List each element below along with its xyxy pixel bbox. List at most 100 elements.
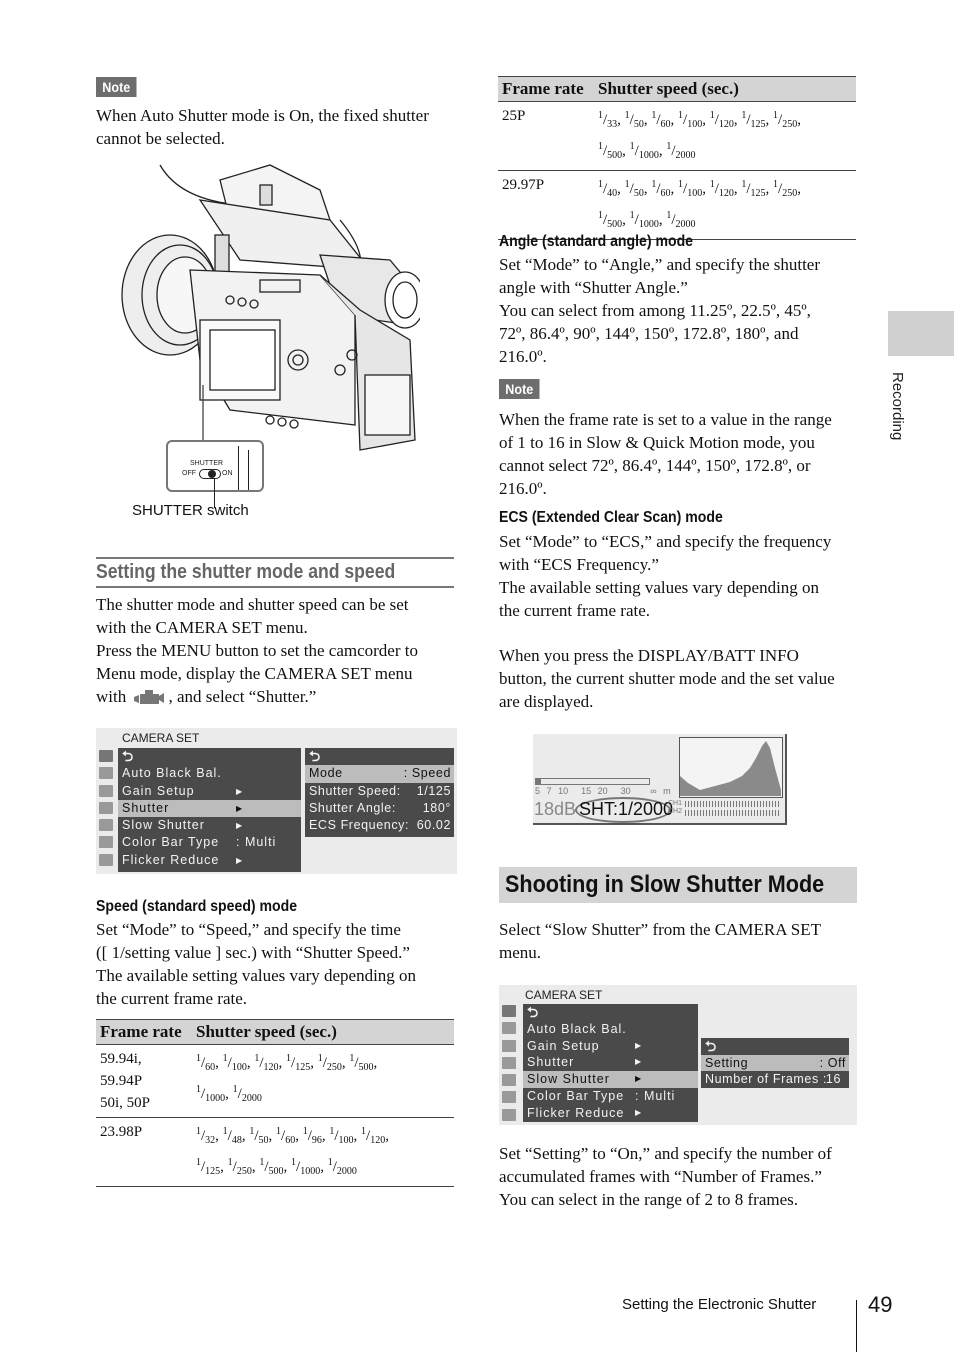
shutter-speed-value: 1/2000 [232,1084,262,1104]
submenu-arrow-icon: ▶ [236,786,244,796]
switch-off-label: OFF [182,470,196,477]
shutter-speed-value: 1/125 [286,1053,311,1073]
speed-mode-heading: Speed (standard speed) mode [96,898,298,915]
frame-rate-cell: 29.97P [498,170,594,240]
histogram [679,737,783,798]
submenu-item-shutter-speed[interactable]: Shutter Speed: 1/125 [305,783,454,800]
video-icon [502,1039,516,1052]
note-label: Note [96,77,141,97]
switch-knob [208,470,216,478]
display-info-text: When you press the DISPLAY/BATT INFO but… [499,646,835,711]
shutter-speed-value: 1/60 [196,1053,216,1073]
shutter-speed-value: 1/50 [624,179,644,199]
note-label: Note [499,379,544,399]
menu-main-panel: ⮌ Auto Black Bal. Gain Setup ▶ Shutter ▶ S… [523,1004,698,1122]
submenu-item-shutter-angle[interactable]: Shutter Angle: 180° [305,800,454,817]
shutter-speed-value: 1/50 [624,110,644,130]
menu-back[interactable]: ⮌ [118,748,301,765]
speeds-cell: 1/40, 1/50, 1/60, 1/100, 1/120, 1/125, 1… [594,170,856,240]
menu-item-gain-setup[interactable]: Gain Setup ▶ [118,783,301,800]
table-row: 23.98P 1/32, 1/48, 1/50, 1/60, 1/96, 1/1… [96,1117,454,1187]
focus-bar [535,778,650,785]
switch-title: SHUTTER [190,460,224,467]
menu-item-shutter[interactable]: Shutter ▶ [523,1054,698,1071]
menu-item-color-bar-type[interactable]: Color Bar Type: Multi [118,834,301,851]
header-shutter-speed: Shutter speed (sec.) [192,1019,454,1045]
shutter-switch [199,469,221,479]
shutter-speed-value: 1/1000 [196,1084,226,1104]
angle-mode-heading: Angle (standard angle) mode [499,233,694,250]
other-icon [502,1091,516,1104]
submenu-item-number-of-frames[interactable]: Number of Frames :16 [701,1071,849,1088]
speeds-cell: 1/33, 1/50, 1/60, 1/100, 1/120, 1/125, 1… [594,101,856,171]
shutter-speed-value: 1/1000 [291,1157,321,1177]
slow-shutter-intro: Select “Slow Shutter” from the CAMERA SE… [499,920,822,962]
speed-mode-text: Set “Mode” to “Speed,” and specify the t… [96,920,417,1008]
ecs-mode-text: Set “Mode” to “ECS,” and specify the fre… [499,532,832,620]
header-frame-rate: Frame rate [96,1019,192,1045]
section-tab-label: Recording [889,372,906,441]
submenu-arrow-icon: ▶ [236,821,244,831]
menu-item-auto-black-bal[interactable]: Auto Black Bal. [523,1021,698,1038]
camcorder-illustration [120,160,426,500]
table-row: 59.94i, 59.94P 50i, 50P 1/60, 1/100, 1/1… [96,1044,454,1118]
shutter-speed-value: 1/60 [276,1126,296,1146]
shutter-speed-value: 1/33 [598,110,618,130]
slow-shutter-heading: Shooting in Slow Shutter Mode [499,867,857,903]
shutter-speed-value: 1/250 [227,1157,252,1177]
return-icon: ⮌ [309,748,321,764]
ecs-mode-heading: ECS (Extended Clear Scan) mode [499,509,723,526]
illustration-caption: SHUTTER switch [132,502,249,519]
menu-item-flicker-reduce[interactable]: Flicker Reduce ▶ [523,1105,698,1122]
menu-back[interactable]: ⮌ [523,1004,698,1021]
shutter-speed-value: 1/96 [302,1126,322,1146]
menu-item-flicker-reduce[interactable]: Flicker Reduce ▶ [118,852,301,869]
status-display-screen: 5 7 10 15 20 30 ∞ m 18dB SHT:1/2000 CH1 … [533,734,787,825]
grid-icon [99,853,113,866]
menu-category-icons [99,750,115,871]
menu-title: CAMERA SET [525,988,603,1002]
menu-main-panel: ⮌ Auto Black Bal. Gain Setup ▶ Shutter ▶ S… [118,748,301,872]
menu-item-auto-black-bal[interactable]: Auto Black Bal. [118,765,301,782]
shutter-speed-value: 1/100 [678,110,703,130]
shutter-speed-value: 1/250 [317,1053,342,1073]
shutter-speed-value: 1/500 [349,1053,374,1073]
lcd-icon [99,801,113,814]
histogram-graph [680,741,781,796]
menu-item-color-bar-type[interactable]: Color Bar Type: Multi [523,1088,698,1105]
header-shutter-speed: Shutter speed (sec.) [594,76,856,102]
shutter-speed-value: 1/2000 [666,141,696,161]
menu-item-gain-setup[interactable]: Gain Setup ▶ [523,1038,698,1055]
menu-item-slow-shutter[interactable]: Slow Shutter ▶ [523,1071,698,1088]
submenu-back[interactable]: ⮌ [701,1038,849,1055]
submenu-item-ecs-frequency[interactable]: ECS Frequency: 60.02 [305,817,454,834]
shutter-speed-value: 1/2000 [666,210,696,230]
grid-icon [502,1108,516,1121]
note-text: When the frame rate is set to a value in… [499,410,832,498]
shutter-speed-value: 1/120 [709,110,734,130]
audio-icon [502,1022,516,1035]
shutter-speed-value: 1/48 [222,1126,242,1146]
submenu-item-setting[interactable]: Setting: Off [701,1054,849,1071]
submenu-arrow-icon: ▶ [236,855,244,865]
menu-item-slow-shutter[interactable]: Slow Shutter ▶ [118,817,301,834]
focus-scale: 5 7 10 15 20 30 ∞ m [535,786,671,796]
camera-icon [502,1005,516,1017]
frame-rate-cell: 25P [498,101,594,171]
shutter-speed-value: 1/50 [249,1126,269,1146]
shutter-speed-value: 1/125 [741,179,766,199]
shutter-speed-value: 1/2000 [327,1157,357,1177]
menu-item-shutter[interactable]: Shutter ▶ [118,799,301,818]
submenu-item-mode[interactable]: Mode: Speed [305,765,454,783]
shutter-speed-table-right: Frame rate Shutter speed (sec.) 25P 1/33… [498,76,856,240]
menu-sub-panel: ⮌ Mode: Speed Shutter Speed: 1/125 Shutte… [305,748,454,837]
speeds-cell: 1/32, 1/48, 1/50, 1/60, 1/96, 1/100, 1/1… [192,1117,454,1187]
return-icon: ⮌ [705,1038,717,1054]
shutter-speed-value: 1/250 [773,110,798,130]
section-tab-marker [888,311,954,356]
submenu-back[interactable]: ⮌ [305,748,454,765]
menu-category-icons [502,1005,518,1126]
camera-set-menu-screen: CAMERA SET ⮌ Auto Black Bal. Gain Setup ▶… [96,728,457,874]
return-icon: ⮌ [527,1004,540,1020]
gain-readout: 18dB [534,799,577,819]
